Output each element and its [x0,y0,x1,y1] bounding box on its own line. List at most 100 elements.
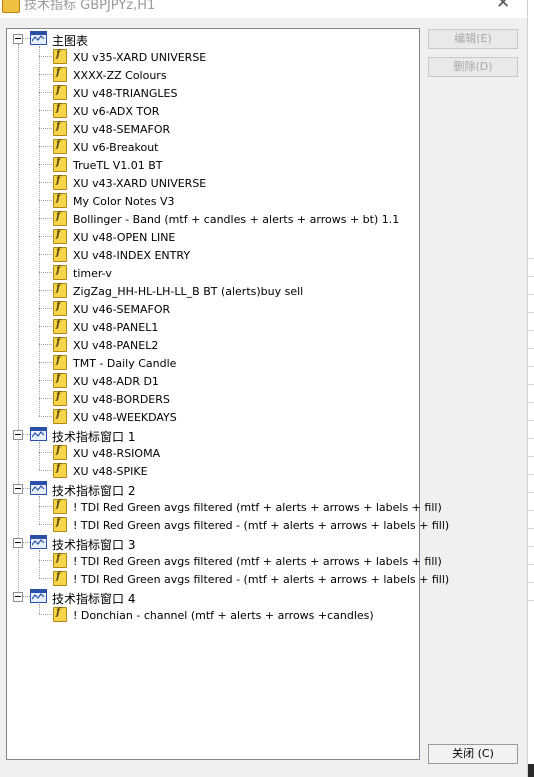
custom-indicator-icon: f [53,301,67,316]
custom-indicator-icon: f [53,67,67,82]
custom-indicator-icon: f [53,139,67,154]
window-chart-icon [30,535,47,549]
tree-indicator-item[interactable]: f ! Donchian - channel (mtf + alerts + ar… [7,606,407,624]
custom-indicator-icon: f [53,103,67,118]
indicator-label: ! TDI Red Green avgs filtered (mtf + ale… [73,501,442,514]
tree-indicator-item[interactable]: f XU v48-ADR D1 [7,372,407,390]
collapse-toggle[interactable] [13,538,23,548]
indicator-label: XU v48-ADR D1 [73,375,159,388]
tree-indicator-item[interactable]: f XU v43-XARD UNIVERSE [7,174,407,192]
tree-folder[interactable]: 主图表 [7,30,407,48]
tree-indicator-item[interactable]: f ! TDI Red Green avgs filtered - (mtf + … [7,516,449,534]
indicator-label: XU v48-INDEX ENTRY [73,249,191,262]
tree-folder-label: 技术指标窗口 4 [52,592,136,606]
tree-indicator-item[interactable]: f XU v48-OPEN LINE [7,228,407,246]
title-bar: 技术指标 GBPJPYz,H1 ✕ [0,0,520,18]
collapse-toggle[interactable] [13,592,23,602]
window-chart-icon [30,31,47,45]
collapse-toggle[interactable] [13,484,23,494]
custom-indicator-icon: f [53,571,67,586]
tree-indicator-item[interactable]: f ZigZag_HH-HL-LH-LL_B BT (alerts)buy sel… [7,282,407,300]
custom-indicator-icon: f [53,319,67,334]
tree-indicator-item[interactable]: f XU v48-INDEX ENTRY [7,246,407,264]
indicator-label: ! TDI Red Green avgs filtered - (mtf + a… [73,573,450,586]
collapse-toggle[interactable] [13,430,23,440]
tree-indicator-item[interactable]: f XU v48-BORDERS [7,390,407,408]
custom-indicator-icon: f [53,265,67,280]
indicator-label: XU v48-SEMAFOR [73,123,171,136]
tree-indicator-item[interactable]: f XU v48-PANEL1 [7,318,407,336]
tree-indicator-item[interactable]: f XU v46-SEMAFOR [7,300,407,318]
tree-indicator-item[interactable]: f XU v35-XARD UNIVERSE [7,48,407,66]
indicator-label: XU v48-BORDERS [73,393,170,406]
custom-indicator-icon: f [53,445,67,460]
tree-indicator-item[interactable]: f XU v48-SEMAFOR [7,120,407,138]
indicator-label: TrueTL V1.01 BT [73,159,163,172]
indicator-label: XU v43-XARD UNIVERSE [73,177,207,190]
tree-folder[interactable]: 技术指标窗口 1 [7,426,407,444]
collapse-toggle[interactable] [13,34,23,44]
custom-indicator-icon: f [53,499,67,514]
window-chart-icon [30,481,47,495]
tree-folder-label: 技术指标窗口 1 [52,430,136,444]
background-row [528,578,534,601]
indicators-dialog: 主图表 f XU v35-XARD UNIVERSE f XXXX-ZZ Colours… [0,18,527,777]
custom-indicator-icon: f [53,553,67,568]
indicator-label: Bollinger - Band (mtf + candles + alerts… [73,213,400,226]
tree-indicator-item[interactable]: f XXXX-ZZ Colours [7,66,407,84]
indicator-label: XU v6-ADX TOR [73,105,160,118]
indicator-label: XU v48-SPIKE [73,465,148,478]
custom-indicator-icon: f [53,157,67,172]
tree-indicator-item[interactable]: f My Color Notes V3 [7,192,407,210]
custom-indicator-icon: f [53,463,67,478]
tree-indicator-item[interactable]: f XU v48-SPIKE [7,462,407,480]
tree-indicator-item[interactable]: f XU v6-ADX TOR [7,102,407,120]
delete-button[interactable]: 删除(D) [428,57,518,77]
tree-indicator-item[interactable]: f XU v48-RSIOMA [7,444,407,462]
indicator-label: ! Donchian - channel (mtf + alerts + arr… [73,609,374,622]
custom-indicator-icon: f [53,229,67,244]
indicator-tree[interactable]: 主图表 f XU v35-XARD UNIVERSE f XXXX-ZZ Colours… [6,28,449,760]
custom-indicator-icon: f [53,607,67,622]
indicator-label: XU v48-PANEL2 [73,339,159,352]
tree-folder-label: 技术指标窗口 3 [52,538,136,552]
indicator-label: XU v6-Breakout [73,141,159,154]
tree-indicator-item[interactable]: f timer-v [7,264,407,282]
custom-indicator-icon: f [53,337,67,352]
tree-folder[interactable]: 技术指标窗口 2 [7,480,407,498]
custom-indicator-icon: f [53,85,67,100]
background-dark-area [528,764,534,777]
tree-folder[interactable]: 技术指标窗口 4 [7,588,407,606]
custom-indicator-icon: f [53,193,67,208]
tree-indicator-item[interactable]: f XU v48-TRIANGLES [7,84,407,102]
custom-indicator-icon: f [53,211,67,226]
tree-indicator-item[interactable]: f Bollinger - Band (mtf + candles + alert… [7,210,407,228]
indicator-label: XU v46-SEMAFOR [73,303,171,316]
custom-indicator-icon: f [53,121,67,136]
indicator-label: XU v48-TRIANGLES [73,87,178,100]
tree-indicator-item[interactable]: f XU v48-WEEKDAYS [7,408,407,426]
window-title: 技术指标 GBPJPYz,H1 [24,0,156,13]
close-button[interactable]: 关闭 (C) [428,744,518,764]
window-chart-icon [30,589,47,603]
window-chart-icon [30,427,47,441]
tree-indicator-item[interactable]: f ! TDI Red Green avgs filtered - (mtf + … [7,570,449,588]
background-window-edge [527,0,534,777]
window-close-button[interactable]: ✕ [496,0,510,13]
tree-folder-label: 主图表 [52,34,89,48]
indicator-label: timer-v [73,267,112,280]
indicator-label: XU v48-WEEKDAYS [73,411,177,424]
indicator-label: XU v48-OPEN LINE [73,231,176,244]
edit-button[interactable]: 编辑(E) [428,29,518,49]
tree-indicator-item[interactable]: f XU v6-Breakout [7,138,407,156]
indicator-label: XU v35-XARD UNIVERSE [73,51,207,64]
tree-indicator-item[interactable]: f TMT - Daily Candle [7,354,407,372]
tree-indicator-item[interactable]: f ! TDI Red Green avgs filtered (mtf + al… [7,498,442,516]
custom-indicator-icon: f [53,283,67,298]
tree-indicator-item[interactable]: f TrueTL V1.01 BT [7,156,407,174]
tree-indicator-item[interactable]: f ! TDI Red Green avgs filtered (mtf + al… [7,552,442,570]
indicator-label: ZigZag_HH-HL-LH-LL_B BT (alerts)buy sell [73,285,304,298]
tree-folder[interactable]: 技术指标窗口 3 [7,534,407,552]
tree-indicator-item[interactable]: f XU v48-PANEL2 [7,336,407,354]
custom-indicator-icon: f [53,517,67,532]
